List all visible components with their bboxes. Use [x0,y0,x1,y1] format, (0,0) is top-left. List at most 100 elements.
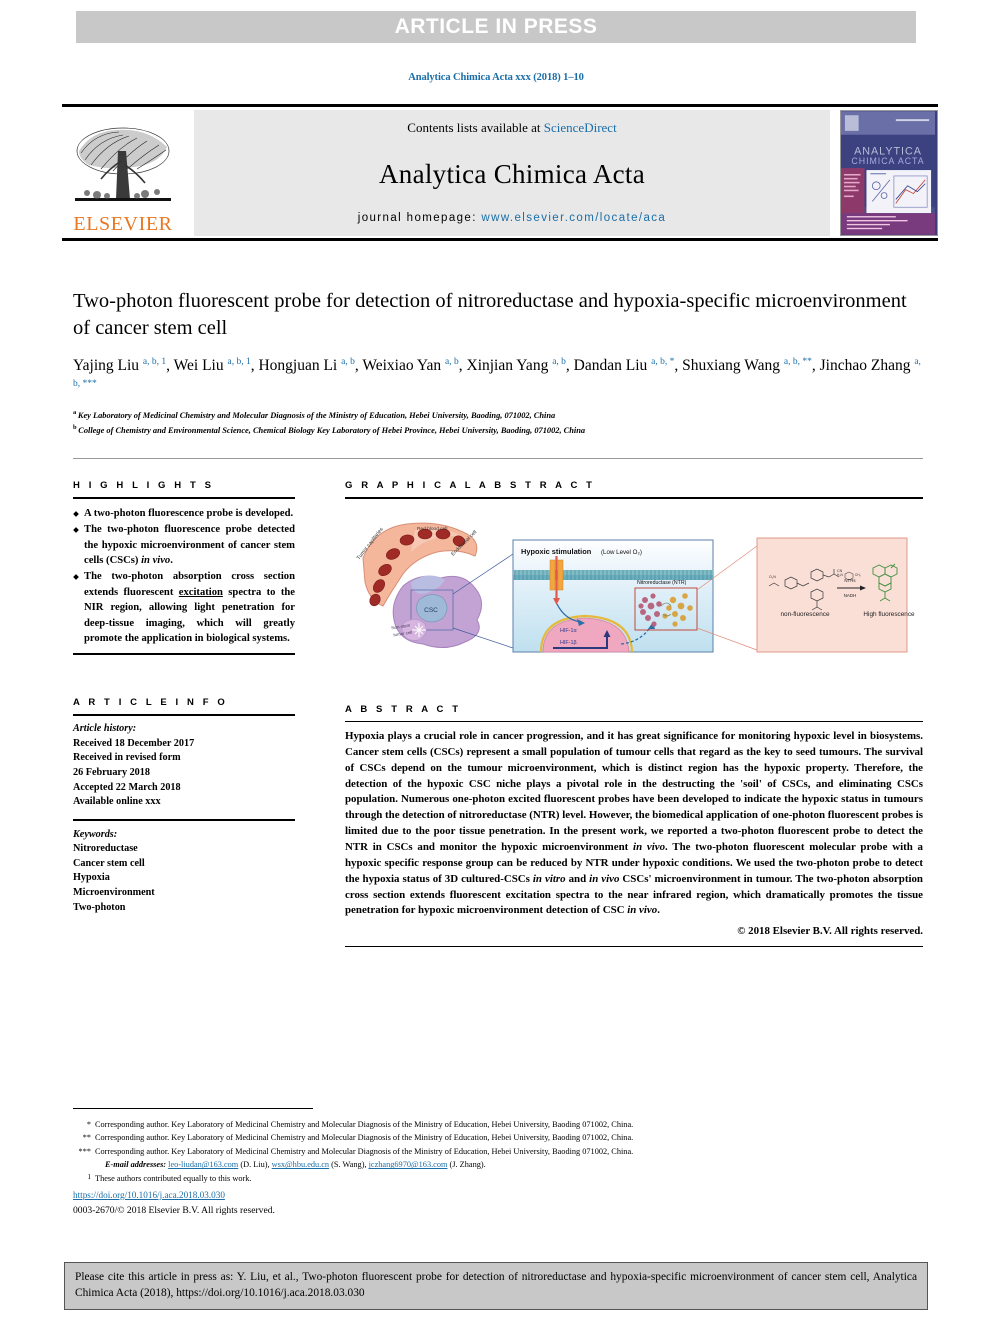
high-fluorescence-label: High fluorescence [863,611,915,618]
email-link[interactable]: leo-liudan@163.com [168,1160,238,1169]
author-name: Hongjuan Li [258,357,342,375]
hypoxic-stimulation-label: Hypoxic stimulation [521,547,592,556]
page-title: Two-photon fluorescent probe for detecti… [73,290,907,340]
left-column: H I G H L I G H T S A two-photon fluores… [73,480,295,915]
keyword-item: Cancer stem cell [73,857,145,869]
keyword-item: Two-photon [73,901,126,913]
author-affiliation-mark: a, b [552,356,566,367]
highlights-section: H I G H L I G H T S A two-photon fluores… [73,480,295,656]
abstract-copyright: © 2018 Elsevier B.V. All rights reserved… [737,925,923,938]
doi-link[interactable]: https://doi.org/10.1016/j.aca.2018.03.03… [73,1190,225,1200]
masthead: ELSEVIER Contents lists available at Sci… [62,110,938,236]
keywords-block: Keywords: Nitroreductase Cancer stem cell… [73,828,295,915]
email-link[interactable]: jczhang6970@163.com [369,1160,448,1169]
contents-prefix: Contents lists available at [407,120,544,135]
footnote-mark: 1 [87,1173,91,1181]
non-fluorescence-label: non-fluorescence [780,611,829,618]
journal-homepage-line: journal homepage: www.elsevier.com/locat… [358,212,666,224]
masthead-center-panel: Contents lists available at ScienceDirec… [194,110,830,236]
homepage-label: journal homepage: [357,212,482,224]
masthead-bottom-rule [62,238,938,241]
highlights-bottom-rule [73,653,295,656]
abstract-body: Hypoxia plays a crucial role in cancer p… [345,730,923,917]
citation-text: Please cite this article in press as: Y.… [75,1271,917,1299]
corresponding-author-note: ** Corresponding author. Key Laboratory o… [73,1131,923,1144]
hif-1b-label: HIF-1β [560,640,577,646]
author-name: Wei Liu [173,357,228,375]
graphical-abstract-section: G R A P H I C A L A B S T R A C T CSC No… [345,480,923,658]
keywords-items: Nitroreductase Cancer stem cell Hypoxia Mic… [73,842,295,915]
title-and-authors: Two-photon fluorescent probe for detecti… [73,288,923,437]
citation-box: Please cite this article in press as: Y.… [64,1262,928,1310]
cover-artwork-icon: ANALYTICA CHIMICA ACTA [841,111,935,235]
author-name: Yajing Liu [73,357,143,375]
keyword-item: Hypoxia [73,872,110,884]
masthead-top-rule [62,104,938,107]
journal-title: Analytica Chimica Acta [378,158,645,189]
svg-text:O₂N: O₂N [769,575,776,579]
article-history-item: Available online xxx [73,796,161,808]
article-info-mid-rule [73,818,295,821]
issn-copyright-line: 0003-2670/© 2018 Elsevier B.V. All right… [73,1205,275,1216]
highlight-item: The two-photon absorption cross section … [73,569,295,646]
highlights-list: A two-photon fluorescence probe is devel… [73,506,295,646]
hypoxia-signalling-panel: Hypoxic stimulation (Low Level O₂) HIF-1… [512,539,758,653]
article-info-heading: A R T I C L E I N F O [73,697,228,709]
hif-1a-label: HIF-1α [560,628,577,634]
keywords-label: Keywords: [73,828,118,840]
highlights-top-rule [73,497,295,499]
graphical-abstract-top-rule [345,497,923,499]
author-affiliation-mark: a, b [341,356,355,367]
author-list: Yajing Liu a, b, 1, Wei Liu a, b, 1, Hon… [73,356,921,389]
email-link[interactable]: wsx@hbu.edu.cn [272,1160,329,1169]
contents-available-line: Contents lists available at ScienceDirec… [407,120,616,136]
highlight-item: A two-photon fluorescence probe is devel… [73,506,295,521]
article-history-item: Received 18 December 2017 [73,737,195,749]
corresponding-author-note: *** Corresponding author. Key Laboratory … [73,1145,923,1158]
author-affiliation-mark: a, b, * [651,356,675,367]
equal-contribution-note: 1 These authors contributed equally to th… [73,1172,923,1185]
reagent-nadh-label: NADH [844,593,856,598]
article-in-press-label: ARTICLE IN PRESS [394,15,598,38]
abstract-section: A B S T R A C T Hypoxia plays a crucial … [345,704,923,948]
abstract-top-rule [345,721,923,722]
article-history-item: Accepted 22 March 2018 [73,781,181,793]
elsevier-wordmark: ELSEVIER [73,213,173,235]
article-history-items: Received 18 December 2017 Received in rev… [73,737,295,810]
affiliation-item: a Key Laboratory of Medicinal Chemistry … [73,409,556,420]
article-history-label: Article history: [73,723,137,735]
title-section-divider [73,458,923,459]
red-blood-cell-label: Red blood cell [417,526,447,532]
svg-text:CH₂: CH₂ [855,573,862,577]
graphical-abstract-illustration: CSC Non-stem tumor cell Tumor capillarie… [356,522,915,653]
article-history-block: Article history: Received 18 December 20… [73,722,295,809]
right-column: G R A P H I C A L A B S T R A C T CSC No… [345,480,923,948]
author-name: Weixiao Yan [362,357,446,375]
footnotes-block: * Corresponding author. Key Laboratory of… [73,1118,923,1185]
article-in-press-banner: ARTICLE IN PRESS [76,11,916,43]
low-level-o2-label: (Low Level O₂) [601,549,642,556]
elsevier-logo: ELSEVIER [62,110,184,236]
abstract-italic-phrase: in vivo [633,841,666,854]
reaction-scheme-panel: O₂N CN non-fluorescence NTRs NADH H₂N CH… [756,537,915,653]
author-name: Shuxiang Wang [682,357,784,375]
author-name: Dandan Liu [573,357,652,375]
article-history-item: 26 February 2018 [73,766,150,778]
abstract-bottom-rule [345,946,923,948]
footnote-mark: * [86,1120,91,1129]
author-affiliation-mark: a, b, 1 [227,356,251,367]
sciencedirect-link[interactable]: ScienceDirect [544,120,617,135]
keyword-item: Microenvironment [73,887,155,899]
graphical-abstract-heading: G R A P H I C A L A B S T R A C T [345,480,596,491]
homepage-url-link[interactable]: www.elsevier.com/locate/aca [481,212,666,224]
author-name: Xinjian Yang [466,357,553,375]
keyword-item: Nitroreductase [73,843,138,855]
abstract-italic-phrase: in vitro [532,872,566,885]
footnote-mark: ** [82,1133,91,1143]
abstract-italic-phrase: in vivo [627,904,658,917]
graphical-abstract-figure: CSC Non-stem tumor cell Tumor capillarie… [345,508,923,658]
footnote-mark: *** [78,1146,91,1156]
author-affiliation-mark: a, b, ** [783,356,812,367]
article-info-section: A R T I C L E I N F O Article history: R… [73,697,295,915]
article-info-top-rule [73,714,295,717]
